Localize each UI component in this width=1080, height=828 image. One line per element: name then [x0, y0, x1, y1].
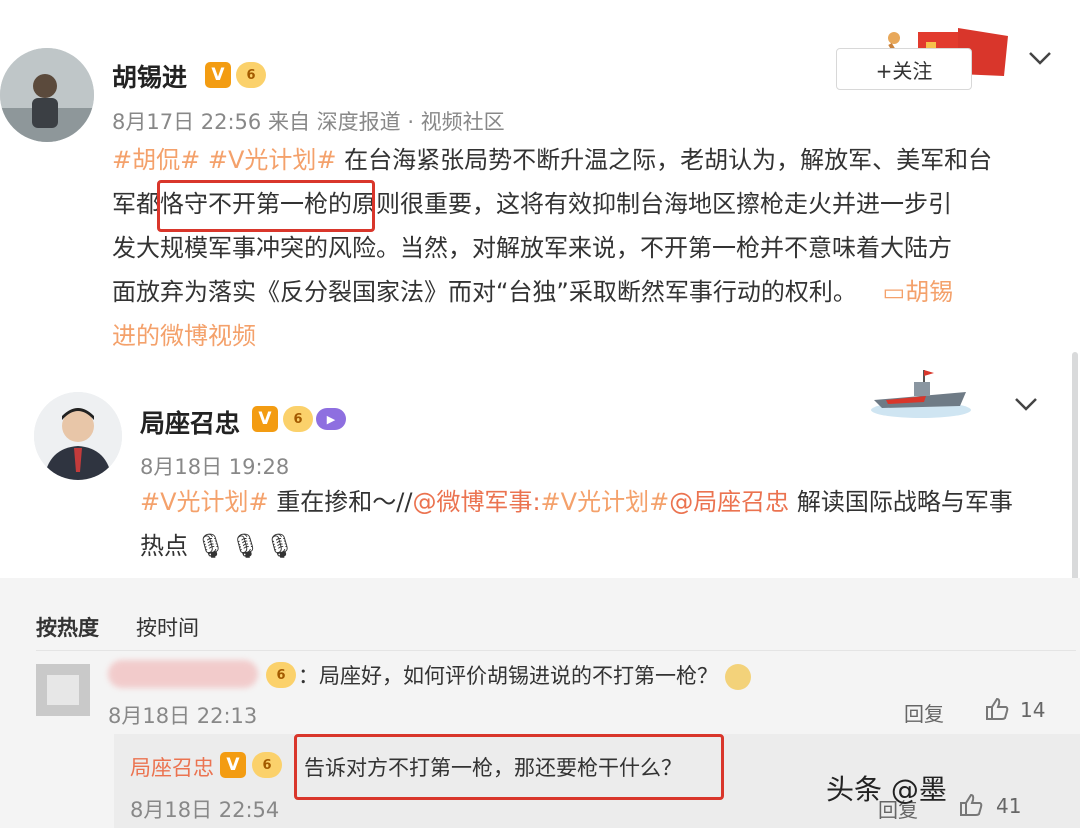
blurred-username[interactable] [108, 660, 258, 688]
hashtag[interactable]: #V光计划# [541, 488, 670, 516]
sort-by-hot-tab[interactable]: 按热度 [36, 612, 99, 642]
video-link[interactable]: ▭胡锡 [883, 278, 954, 306]
verified-badge: V [205, 62, 231, 88]
divider [36, 650, 1076, 651]
post-date-2: 8月18日 19:28 [140, 455, 290, 479]
like-count: 14 [1020, 698, 1046, 722]
scrollbar[interactable] [1072, 352, 1078, 582]
sort-by-time-tab[interactable]: 按时间 [136, 612, 199, 642]
reply-date: 8月18日 22:54 [130, 798, 280, 822]
highlight-box [157, 180, 375, 232]
follow-button[interactable]: +关注 [836, 48, 972, 90]
video-link-continued[interactable]: 进的微博视频 [112, 314, 1062, 358]
member-badge-icon: ▶ [316, 408, 346, 430]
microphone-emoji-icon: 🎙🎙🎙 [195, 532, 300, 560]
post-body-1: #胡侃# #V光计划# 在台海紧张局势不断升温之际，老胡认为，解放军、美军和台 … [112, 138, 1062, 358]
thumbs-up-icon[interactable] [984, 696, 1010, 722]
commenter-avatar[interactable] [36, 664, 90, 716]
hashtag[interactable]: #胡侃# [112, 146, 200, 174]
author-name-2[interactable]: 局座召忠 [140, 404, 240, 440]
fan-level-badge: 6 [252, 752, 282, 778]
comment-text: ：局座好，如何评价胡锡进说的不打第一枪？ [298, 660, 751, 690]
verified-badge: V [252, 406, 278, 432]
mention-link[interactable]: @局座召忠 [669, 488, 789, 516]
reply-author[interactable]: 局座召忠 [130, 752, 214, 782]
like-count: 41 [996, 794, 1022, 818]
fan-level-badge: 6 [283, 406, 313, 432]
author-name-1[interactable]: 胡锡进 [112, 58, 187, 94]
post-body-2: #V光计划# 重在掺和～//@微博军事:#V光计划#@局座召忠 解读国际战略与军… [140, 488, 1013, 560]
post-date-1: 8月17日 22:56 来自 深度报道 · 视频社区 [112, 110, 505, 134]
fan-level-badge: 6 [236, 62, 266, 88]
thumbs-up-icon[interactable] [958, 792, 984, 818]
watermark: 头条 @墨 [826, 773, 947, 806]
mention-link[interactable]: @微博军事 [412, 488, 532, 516]
verified-badge: V [220, 752, 246, 778]
author-avatar-2[interactable] [34, 392, 122, 480]
chevron-down-icon[interactable] [1012, 392, 1040, 416]
chevron-down-icon[interactable] [1026, 46, 1054, 70]
fan-level-badge: 6 [266, 662, 296, 688]
warship-decoration [866, 366, 976, 422]
hashtag[interactable]: #V光计划# [140, 488, 269, 516]
comment-date: 8月18日 22:13 [108, 704, 258, 728]
reply-button[interactable]: 回复 [904, 698, 944, 727]
doge-emoji-icon [724, 664, 751, 690]
highlight-box [294, 734, 724, 800]
video-icon: ▭ [882, 278, 906, 306]
author-avatar-1[interactable] [0, 48, 94, 142]
hashtag[interactable]: #V光计划# [208, 146, 337, 174]
